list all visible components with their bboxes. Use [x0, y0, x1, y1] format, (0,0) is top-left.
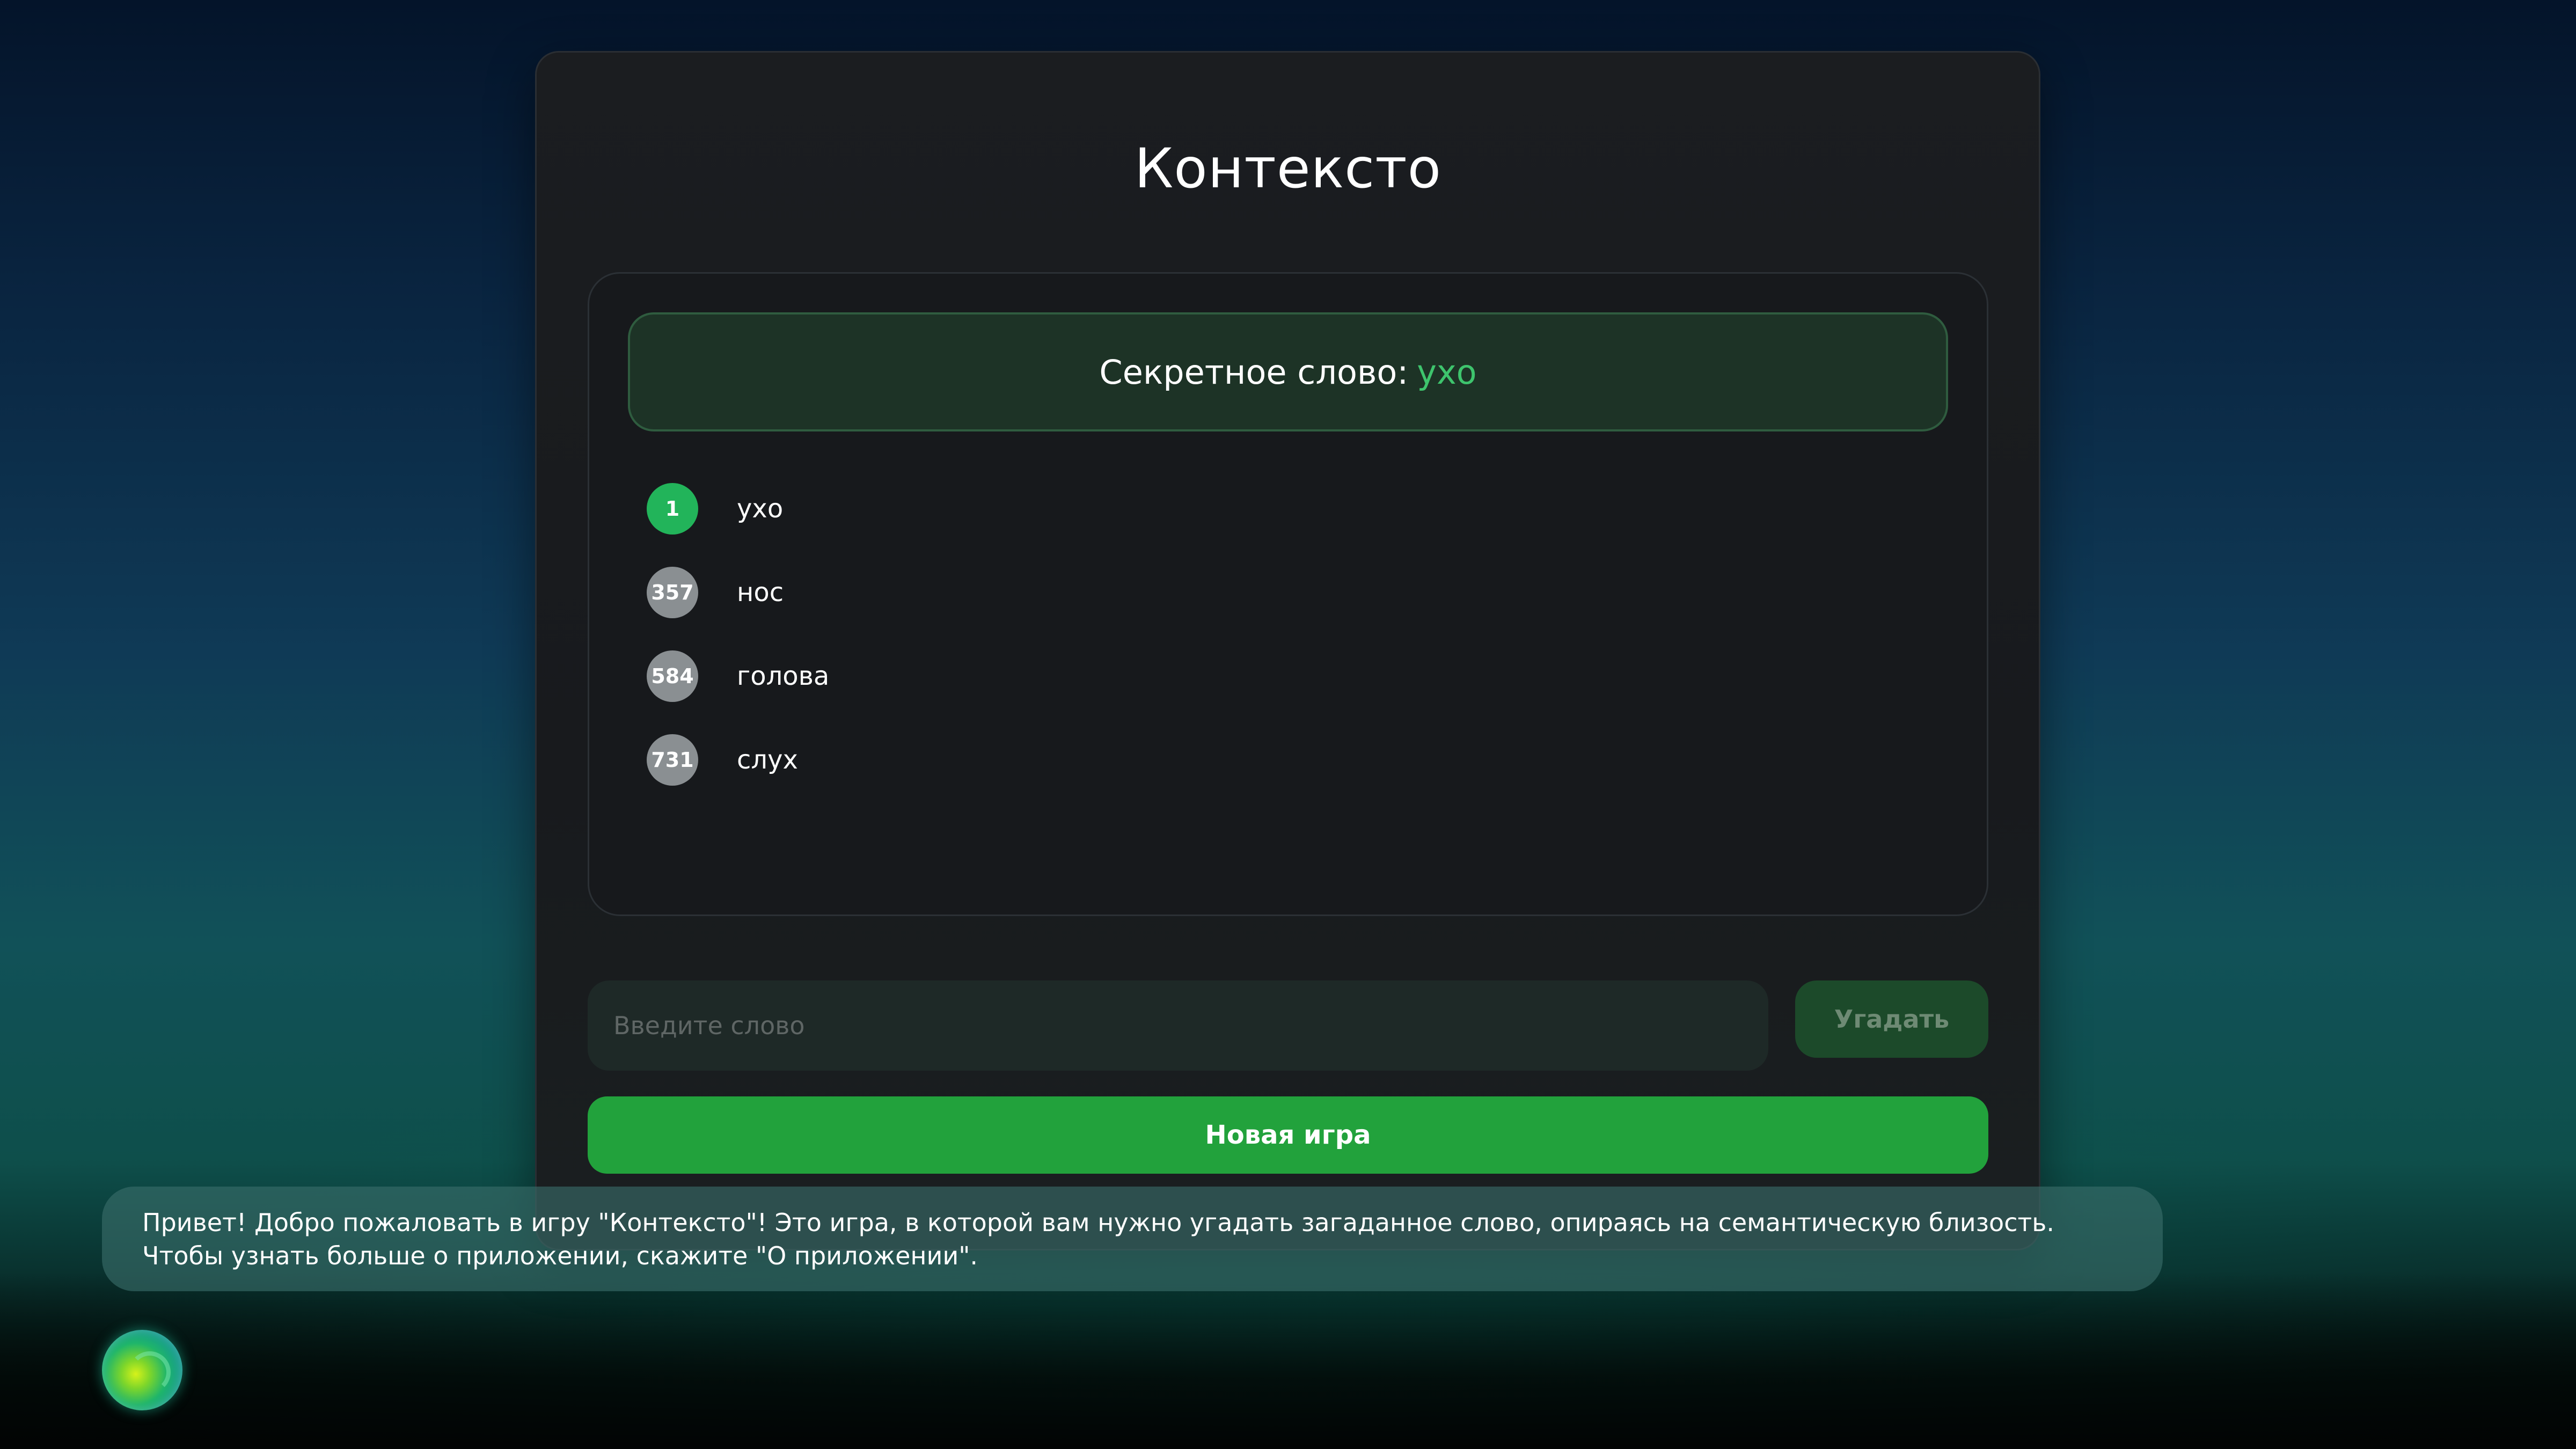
- secret-word-label: Секретное слово:: [1099, 352, 1409, 392]
- guess-row: 1 ухо: [647, 483, 829, 535]
- guess-word: слух: [737, 745, 798, 775]
- orb-swirl: [129, 1351, 171, 1393]
- word-input-container: [588, 980, 1768, 1071]
- new-game-button[interactable]: Новая игра: [588, 1096, 1988, 1174]
- assistant-message-line: Привет! Добро пожаловать в игру "Контекс…: [142, 1208, 2055, 1237]
- bottom-fade: [0, 1272, 2576, 1449]
- guess-rank-badge: 357: [647, 567, 698, 618]
- guess-button[interactable]: Угадать: [1795, 980, 1988, 1058]
- page-title: Контексто: [1134, 137, 1442, 201]
- guess-rank-badge: 1: [647, 483, 698, 535]
- secret-word-banner: Секретное слово: ухо: [628, 312, 1948, 431]
- guess-rank-badge: 731: [647, 734, 698, 786]
- assistant-message-line: Чтобы узнать больше о приложении, скажит…: [142, 1241, 978, 1270]
- guess-word: ухо: [737, 494, 784, 524]
- guess-row: 357 нос: [647, 567, 829, 618]
- guess-row: 584 голова: [647, 650, 829, 702]
- guess-rank-badge: 584: [647, 650, 698, 702]
- assistant-orb-icon[interactable]: [102, 1330, 182, 1410]
- guess-row: 731 слух: [647, 734, 829, 786]
- secret-word-value: ухо: [1417, 352, 1477, 392]
- assistant-message-bubble: Привет! Добро пожаловать в игру "Контекс…: [102, 1187, 2163, 1291]
- word-input[interactable]: [588, 980, 1768, 1071]
- guess-list: 1 ухо 357 нос 584 голова 731 слух: [647, 483, 829, 818]
- guess-word: голова: [737, 661, 830, 691]
- guess-word: нос: [737, 577, 784, 608]
